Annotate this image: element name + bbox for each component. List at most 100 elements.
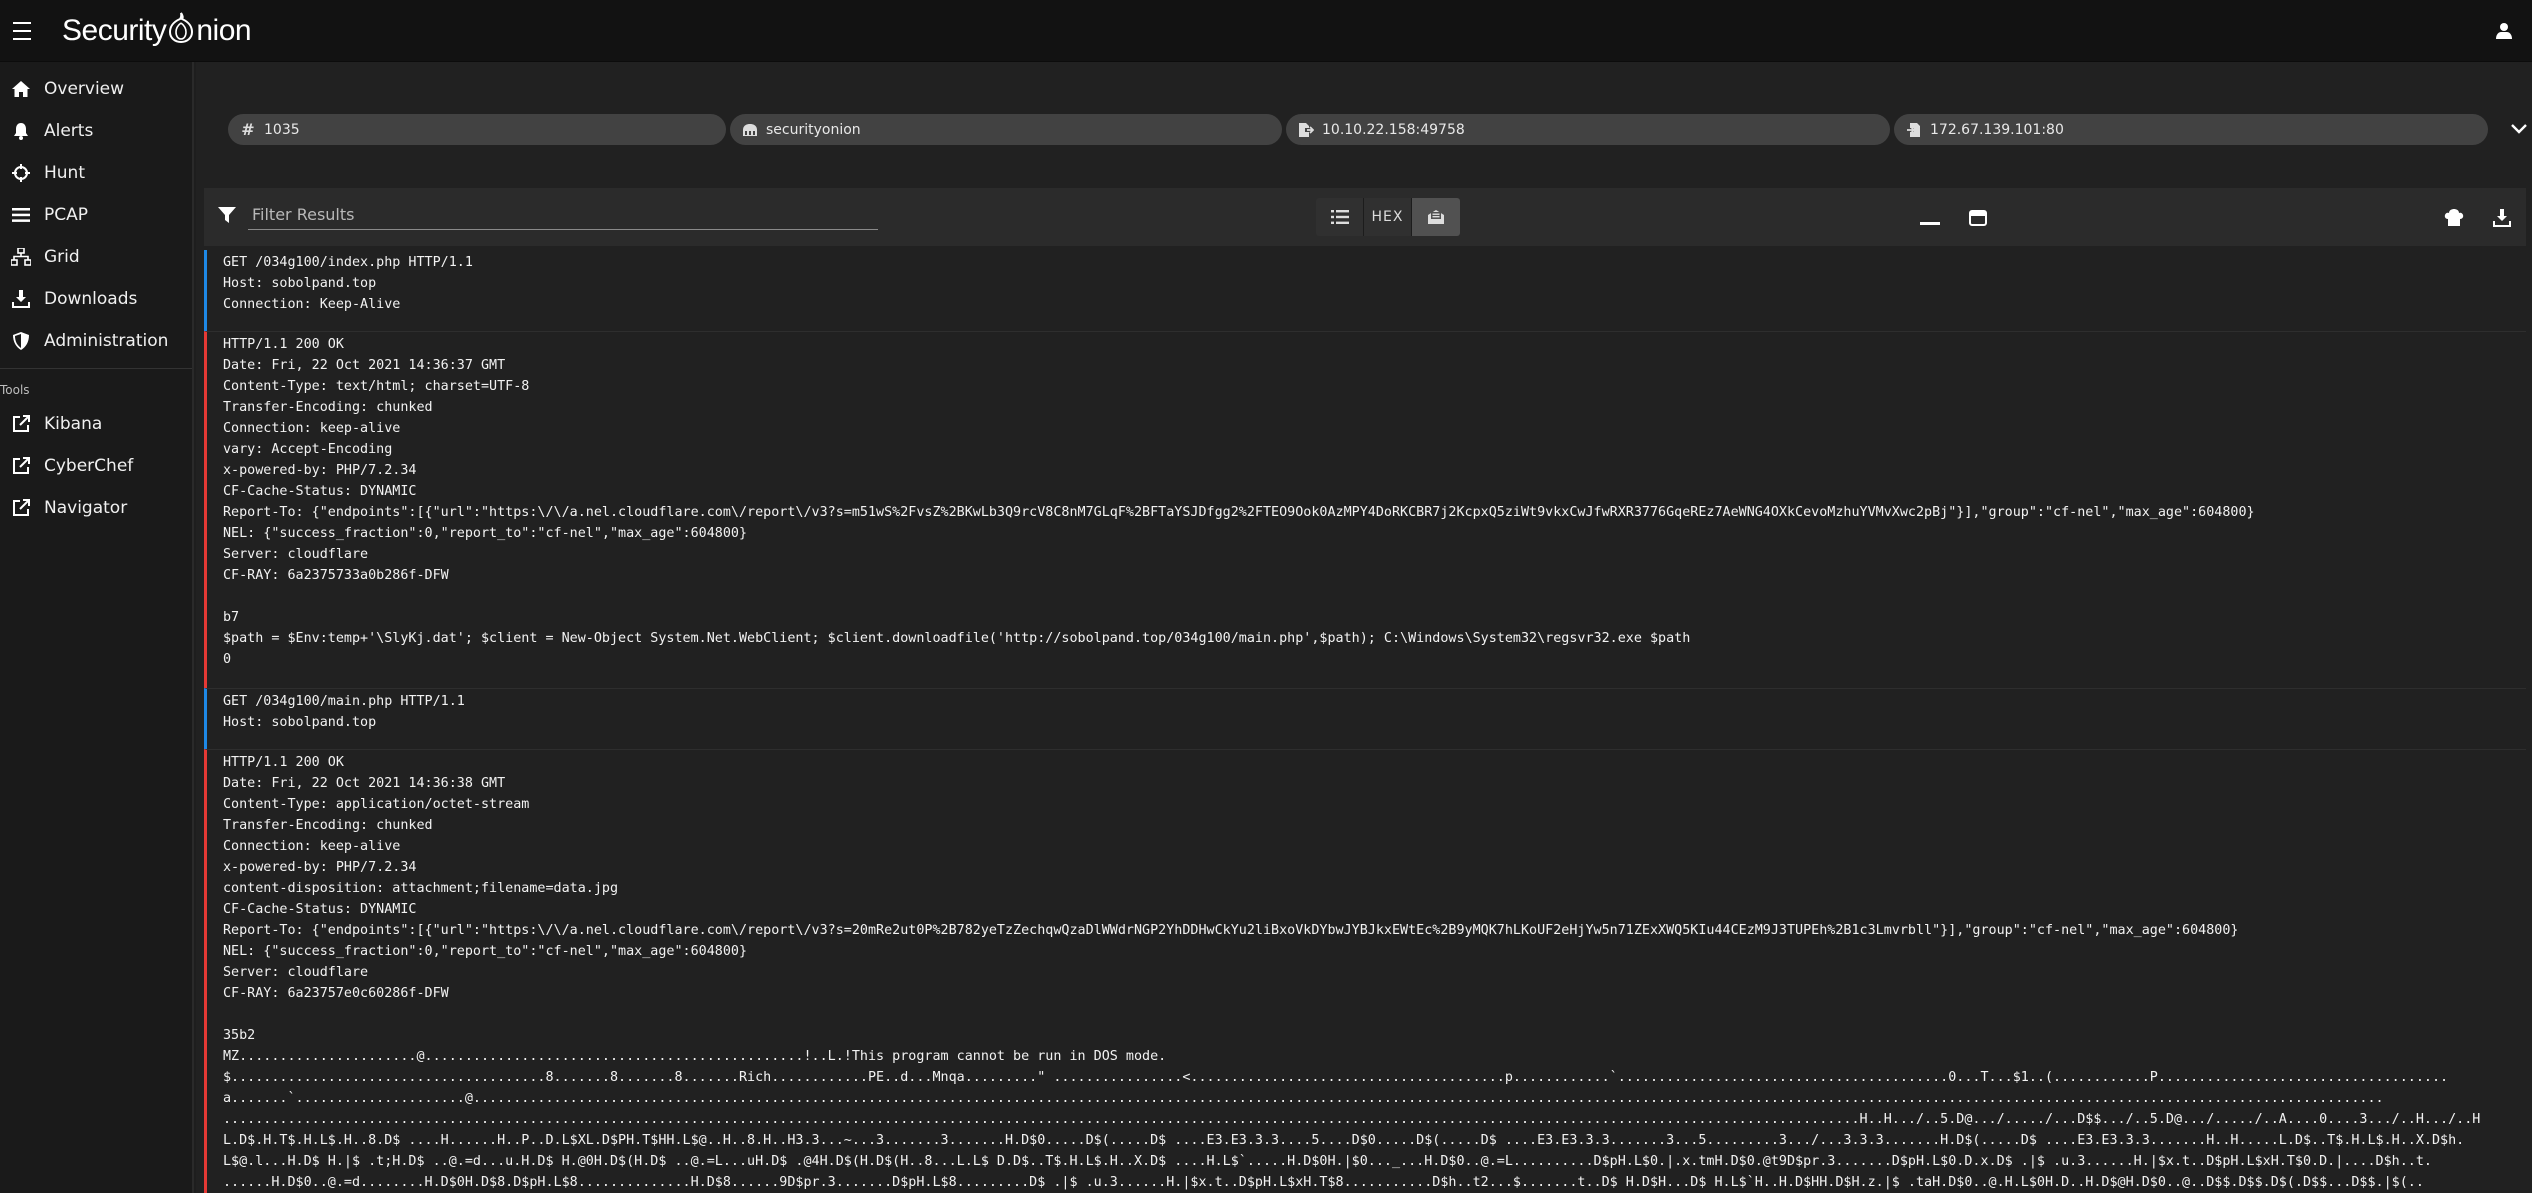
crosshairs-icon xyxy=(8,162,34,184)
server-response-block: HTTP/1.1 200 OK Date: Fri, 22 Oct 2021 1… xyxy=(204,749,2526,1193)
server-response-block: HTTP/1.1 200 OK Date: Fri, 22 Oct 2021 1… xyxy=(204,331,2526,688)
transcript-line: $path = $Env:temp+'\SlyKj.dat'; $client … xyxy=(223,631,1691,646)
transcript-line: b7 xyxy=(223,610,240,625)
transcript-line: Host: sobolpand.top xyxy=(223,276,377,291)
transcript-line: CF-Cache-Status: DYNAMIC xyxy=(223,902,417,917)
app-bar: Security nion xyxy=(0,0,2532,62)
transcript-line: Server: cloudflare xyxy=(223,547,369,562)
nav-item-cyberchef[interactable]: CyberChef xyxy=(0,445,192,487)
source-value: 10.10.22.158:49758 xyxy=(1322,121,1465,138)
maximize-button[interactable] xyxy=(1966,207,1990,229)
nav-item-pcap[interactable]: PCAP xyxy=(0,194,192,236)
shield-icon xyxy=(8,330,34,352)
transcript-line: GET /034g100/main.php HTTP/1.1 xyxy=(223,694,465,709)
download-icon xyxy=(8,288,34,310)
navigation-drawer: Overview Alerts Hunt PCAP Grid Downloads xyxy=(0,62,194,1193)
bell-icon xyxy=(8,120,34,142)
connection-details: # 1035 securityonion 10.10.22.158:49758 … xyxy=(228,114,2528,146)
transcript-line: MZ......................@...............… xyxy=(223,1049,1167,1064)
sensor-chip[interactable]: securityonion xyxy=(730,114,1282,145)
nav-item-label: Navigator xyxy=(44,498,128,518)
transcript-toolbar: HEX xyxy=(204,188,2526,246)
file-export-icon xyxy=(1292,122,1320,138)
client-request-block: GET /034g100/index.php HTTP/1.1 Host: so… xyxy=(204,250,2526,331)
home-icon xyxy=(8,78,34,100)
user-icon xyxy=(2496,23,2512,39)
transcript-line: Content-Type: application/octet-stream xyxy=(223,797,530,812)
transcript-line: Date: Fri, 22 Oct 2021 14:36:37 GMT xyxy=(223,358,506,373)
nav-item-label: Hunt xyxy=(44,163,85,183)
transcript-line: a.......`.....................@.........… xyxy=(223,1091,2384,1106)
sitemap-icon xyxy=(8,246,34,268)
hex-view-button[interactable]: HEX xyxy=(1364,198,1412,236)
client-request-block: GET /034g100/main.php HTTP/1.1 Host: sob… xyxy=(204,688,2526,749)
transcript-line: Report-To: {"endpoints":[{"url":"https:\… xyxy=(223,923,2239,938)
nav-item-alerts[interactable]: Alerts xyxy=(0,110,192,152)
external-link-icon xyxy=(8,455,34,477)
tools-section-heading: Tools xyxy=(0,368,192,403)
transcript-line: NEL: {"success_fraction":0,"report_to":"… xyxy=(223,526,748,541)
sensor-value: securityonion xyxy=(766,121,861,138)
transcript-line: Connection: Keep-Alive xyxy=(223,297,401,312)
source-chip[interactable]: 10.10.22.158:49758 xyxy=(1286,114,1890,145)
list-view-button[interactable] xyxy=(1316,198,1364,236)
job-id-chip[interactable]: # 1035 xyxy=(228,114,726,145)
transcript-line: content-disposition: attachment;filename… xyxy=(223,881,619,896)
transcript-line: CF-Cache-Status: DYNAMIC xyxy=(223,484,417,499)
job-id-value: 1035 xyxy=(264,121,300,138)
transcript-line: x-powered-by: PHP/7.2.34 xyxy=(223,463,417,478)
transcript-line: Transfer-Encoding: chunked xyxy=(223,818,433,833)
transcript-line: NEL: {"success_fraction":0,"report_to":"… xyxy=(223,944,748,959)
transcript-line: CF-RAY: 6a23757e0c60286f-DFW xyxy=(223,986,449,1001)
envelope-open-text-icon xyxy=(1428,210,1444,224)
nav-item-navigator[interactable]: Navigator xyxy=(0,487,192,529)
filter-icon xyxy=(218,206,236,228)
nav-item-administration[interactable]: Administration xyxy=(0,320,192,362)
destination-chip[interactable]: 172.67.139.101:80 xyxy=(1894,114,2488,145)
menu-toggle-button[interactable] xyxy=(2,11,42,51)
nav-item-label: Alerts xyxy=(44,121,94,141)
transcript-view-button[interactable] xyxy=(1412,198,1460,236)
list-icon xyxy=(1330,210,1349,224)
minimize-button[interactable] xyxy=(1918,207,1942,229)
onion-logo-icon xyxy=(167,11,195,51)
filter-results-input[interactable] xyxy=(248,200,878,230)
transcript-line xyxy=(223,586,2526,607)
download-pcap-button[interactable] xyxy=(2490,207,2514,229)
logo-text-left: Security xyxy=(62,13,167,47)
transcript-line: x-powered-by: PHP/7.2.34 xyxy=(223,860,417,875)
nav-item-hunt[interactable]: Hunt xyxy=(0,152,192,194)
expand-details-button[interactable] xyxy=(2510,120,2530,140)
transcript-line: 35b2 xyxy=(223,1028,256,1043)
nav-item-overview[interactable]: Overview xyxy=(0,68,192,110)
nav-item-label: PCAP xyxy=(44,205,89,225)
nav-item-label: Downloads xyxy=(44,289,138,309)
user-menu-button[interactable] xyxy=(2486,13,2522,49)
nav-item-downloads[interactable]: Downloads xyxy=(0,278,192,320)
network-wired-icon xyxy=(736,123,764,137)
nav-item-label: Kibana xyxy=(44,414,103,434)
nav-item-grid[interactable]: Grid xyxy=(0,236,192,278)
nav-item-label: CyberChef xyxy=(44,456,134,476)
transcript-line: Connection: keep-alive xyxy=(223,421,401,436)
download-icon xyxy=(2493,209,2511,227)
window-maximize-icon xyxy=(1969,210,1987,226)
transcript-line: Connection: keep-alive xyxy=(223,839,401,854)
external-link-icon xyxy=(8,497,34,519)
transcript-line: HTTP/1.1 200 OK xyxy=(223,755,344,770)
hash-icon: # xyxy=(241,120,255,139)
nav-item-kibana[interactable]: Kibana xyxy=(0,403,192,445)
transcript-line: 0 xyxy=(223,652,232,667)
file-import-icon xyxy=(1900,122,1928,138)
pcap-transcript: GET /034g100/index.php HTTP/1.1 Host: so… xyxy=(204,250,2526,1193)
transcript-line: Server: cloudflare xyxy=(223,965,369,980)
transcript-line xyxy=(223,1004,2526,1025)
cyberchef-button[interactable] xyxy=(2442,207,2466,229)
transcript-line: CF-RAY: 6a2375733a0b286f-DFW xyxy=(223,568,449,583)
transcript-line: Date: Fri, 22 Oct 2021 14:36:38 GMT xyxy=(223,776,506,791)
transcript-line: Report-To: {"endpoints":[{"url":"https:\… xyxy=(223,505,2255,520)
security-onion-logo[interactable]: Security nion xyxy=(62,11,252,51)
transcript-line: vary: Accept-Encoding xyxy=(223,442,393,457)
transcript-line: L.D$.H.T$.H.L$.H..8.D$ ....H......H..P..… xyxy=(223,1133,2465,1148)
transcript-line: Host: sobolpand.top xyxy=(223,715,377,730)
